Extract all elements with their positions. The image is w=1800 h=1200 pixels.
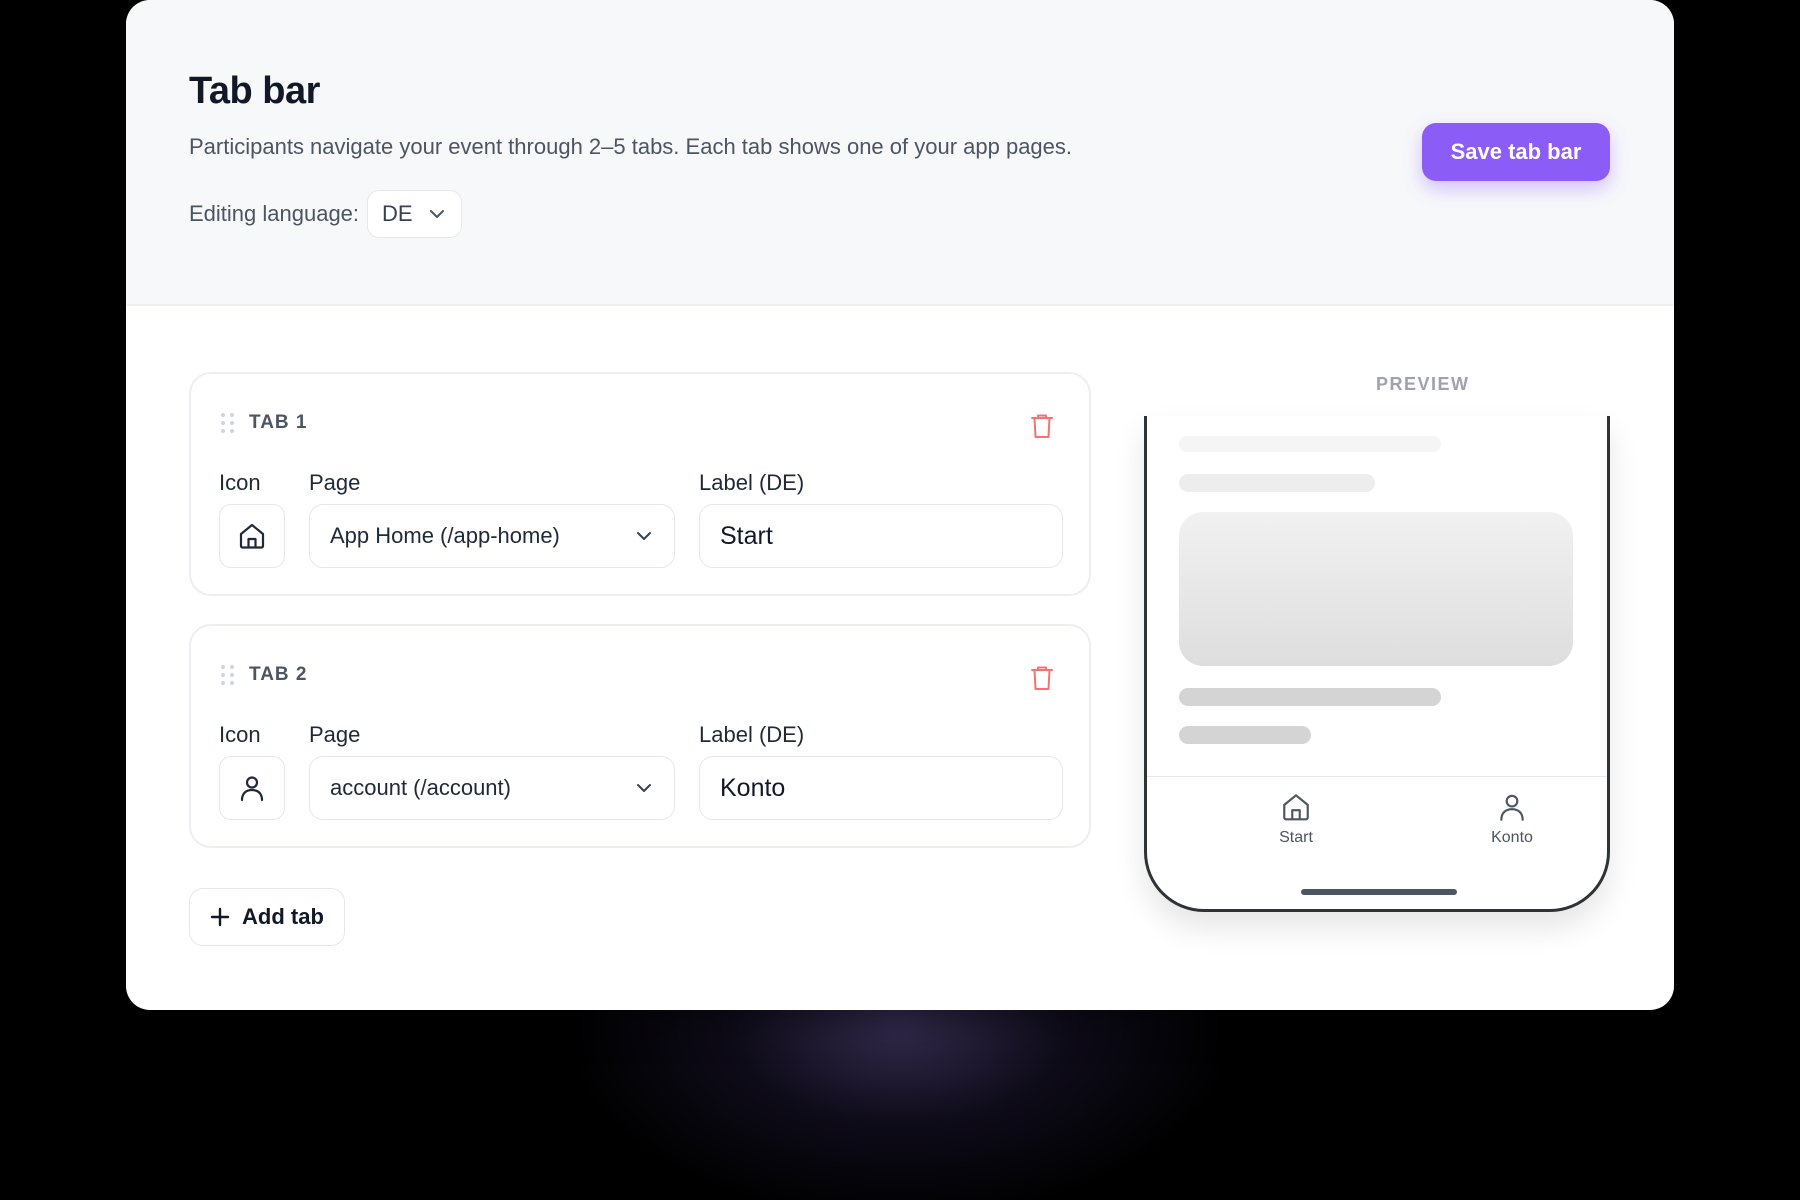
settings-header: Tab bar Participants navigate your event…	[126, 0, 1674, 306]
trash-icon[interactable]	[1029, 664, 1055, 692]
icon-field-label: Icon	[219, 722, 261, 747]
skeleton-line	[1179, 726, 1311, 744]
skeleton-card	[1179, 512, 1573, 666]
add-tab-button[interactable]: Add tab	[189, 888, 345, 946]
preview-tab-bar: Start Konto	[1147, 776, 1607, 896]
preview-label: PREVIEW	[1376, 374, 1470, 394]
home-icon	[1283, 794, 1309, 821]
page-field-label: Page	[309, 722, 361, 747]
label-field-label: Label (DE)	[699, 722, 805, 747]
home-icon	[239, 523, 265, 549]
chevron-down-icon	[637, 784, 651, 792]
user-icon	[1500, 794, 1524, 821]
skeleton-line	[1179, 474, 1375, 492]
page-select[interactable]: App Home (/app-home)	[309, 504, 675, 568]
editing-language-value: DE	[382, 201, 413, 226]
tab-card-2: TAB 2 Icon Page Label (DE) account (/acc…	[189, 624, 1091, 848]
tab-card-header: TAB 2	[221, 664, 307, 686]
skeleton-line	[1179, 688, 1441, 706]
icon-picker-button[interactable]	[219, 504, 285, 568]
page-title: Tab bar	[189, 70, 320, 112]
icon-field-label: Icon	[219, 470, 261, 495]
preview-tab-item: Konto	[1467, 791, 1557, 847]
page-description: Participants navigate your event through…	[189, 134, 1073, 159]
trash-icon[interactable]	[1029, 412, 1055, 440]
label-input[interactable]: Konto	[699, 756, 1063, 820]
background-glow	[560, 980, 1240, 1200]
preview-tab-label: Konto	[1491, 829, 1533, 846]
drag-handle-icon[interactable]	[221, 665, 235, 685]
editing-language-row: Editing language: DE	[189, 190, 462, 238]
page-field-label: Page	[309, 470, 361, 495]
skeleton-line	[1179, 436, 1441, 452]
plus-icon	[210, 907, 230, 927]
label-field-label: Label (DE)	[699, 470, 805, 495]
page-select[interactable]: account (/account)	[309, 756, 675, 820]
icon-picker-button[interactable]	[219, 756, 285, 820]
label-input[interactable]: Start	[699, 504, 1063, 568]
phone-preview: Start Konto	[1144, 416, 1610, 912]
tab-bar-settings-card: Tab bar Participants navigate your event…	[126, 0, 1674, 1010]
save-tab-bar-button[interactable]: Save tab bar	[1422, 123, 1610, 181]
preview-tab-item: Start	[1251, 791, 1341, 847]
page-select-value: account (/account)	[330, 775, 511, 800]
page-select-value: App Home (/app-home)	[330, 523, 560, 548]
tab-title: TAB 2	[249, 664, 308, 685]
tab-card-1: TAB 1 Icon Page Label (DE) App Home (/ap…	[189, 372, 1091, 596]
home-indicator	[1301, 889, 1457, 895]
chevron-down-icon	[429, 210, 444, 218]
editing-language-select[interactable]: DE	[367, 190, 462, 238]
add-tab-label: Add tab	[242, 904, 324, 929]
preview-tab-label: Start	[1279, 829, 1313, 846]
user-icon	[240, 776, 264, 802]
tab-title: TAB 1	[249, 412, 308, 433]
tab-card-header: TAB 1	[221, 412, 307, 434]
drag-handle-icon[interactable]	[221, 413, 235, 433]
chevron-down-icon	[637, 532, 651, 540]
editing-language-label: Editing language:	[189, 201, 360, 226]
